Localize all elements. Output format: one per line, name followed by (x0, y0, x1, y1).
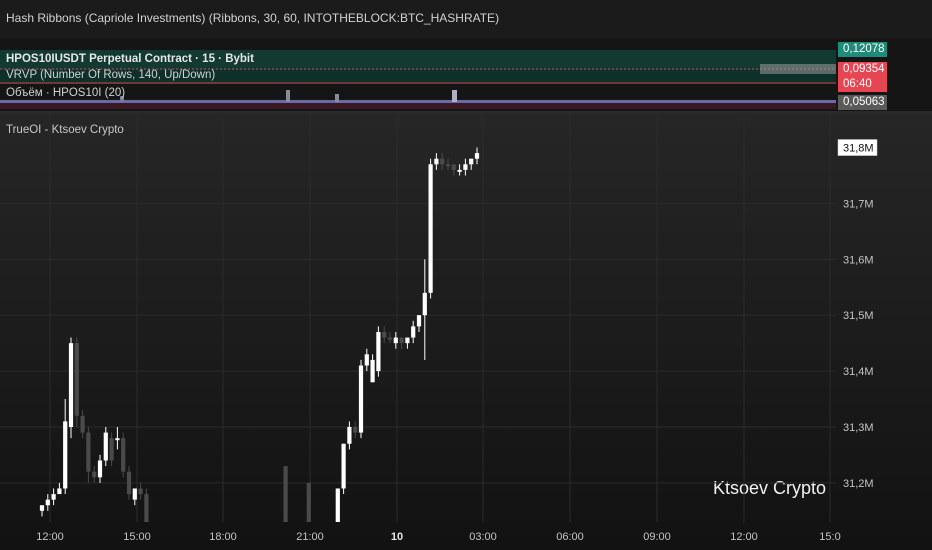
x-tick-label: 15:0 (819, 531, 840, 543)
y-tick-label: 31,5M (843, 310, 874, 322)
candle-body (393, 337, 398, 344)
candle-body (341, 443, 346, 489)
y-tick-label: 31,6M (843, 254, 874, 266)
current-value-text: 31,8M (843, 143, 874, 155)
x-axis[interactable]: 12:00 15:00 18:00 21:00 10 03:00 06:00 09:00 12:… (36, 531, 840, 543)
candle-body (109, 438, 114, 461)
candle-body (411, 326, 416, 338)
candle-body (399, 337, 404, 344)
y-tick-label: 31,7M (843, 198, 874, 210)
x-tick-label: 06:00 (556, 531, 584, 543)
y-axis[interactable]: 31,7M 31,6M 31,5M 31,4M 31,3M 31,2M (843, 198, 874, 489)
x-tick-label: 15:00 (123, 531, 151, 543)
candle-body (121, 438, 126, 472)
candle-body (63, 421, 68, 489)
candle-body (68, 343, 74, 427)
candle-body (57, 488, 62, 495)
candle-body (132, 488, 137, 500)
candle-body (382, 331, 387, 338)
candle-body (474, 153, 480, 159)
candle-body (97, 460, 103, 478)
candle-body (364, 354, 369, 366)
x-tick-label: 18:00 (209, 531, 237, 543)
candle-body (283, 466, 288, 522)
candle-body (469, 158, 474, 165)
candle-body (306, 482, 311, 522)
candle-body (92, 471, 97, 478)
candle-body (353, 426, 358, 433)
candle-body (45, 499, 50, 506)
candle-body (405, 337, 410, 344)
candle-body (144, 494, 149, 522)
candle-body (138, 488, 143, 495)
y-tick-label: 31,3M (843, 422, 874, 434)
x-tick-label: 03:00 (469, 531, 497, 543)
candle-body (126, 471, 132, 495)
candle-body (440, 158, 445, 165)
candle-body (434, 158, 439, 165)
candle-body (422, 292, 427, 316)
y-tick-label: 31,2M (843, 478, 874, 490)
x-tick-label: 12:00 (730, 531, 758, 543)
candle-body (445, 164, 451, 167)
current-value-tag: 31,8M (837, 139, 878, 156)
x-tick-label: 12:00 (36, 531, 64, 543)
candle-body (451, 164, 456, 170)
x-tick-label: 21:00 (296, 531, 324, 543)
x-tick-label: 10 (391, 531, 403, 543)
x-tick-label: 09:00 (643, 531, 671, 543)
true-oi-chart[interactable]: 31,7M 31,6M 31,5M 31,4M 31,3M 31,2M 12:00 15:0… (0, 0, 932, 550)
candle-body (457, 169, 462, 172)
candle-body (74, 343, 79, 416)
candle-body (51, 494, 56, 500)
y-tick-label: 31,4M (843, 366, 874, 378)
candle-body (376, 331, 381, 372)
candle-body (86, 432, 91, 472)
candle-body (103, 432, 108, 461)
candle-body (115, 438, 120, 441)
candle-body (463, 164, 468, 170)
candle-body (347, 426, 352, 444)
candle-body (335, 488, 340, 522)
candle-body (387, 337, 393, 340)
candle-body (80, 415, 85, 433)
candle-body (416, 315, 422, 327)
candle-body (39, 505, 45, 511)
candle-body (370, 359, 375, 383)
candle-body (358, 365, 364, 433)
candle-body (428, 164, 433, 293)
